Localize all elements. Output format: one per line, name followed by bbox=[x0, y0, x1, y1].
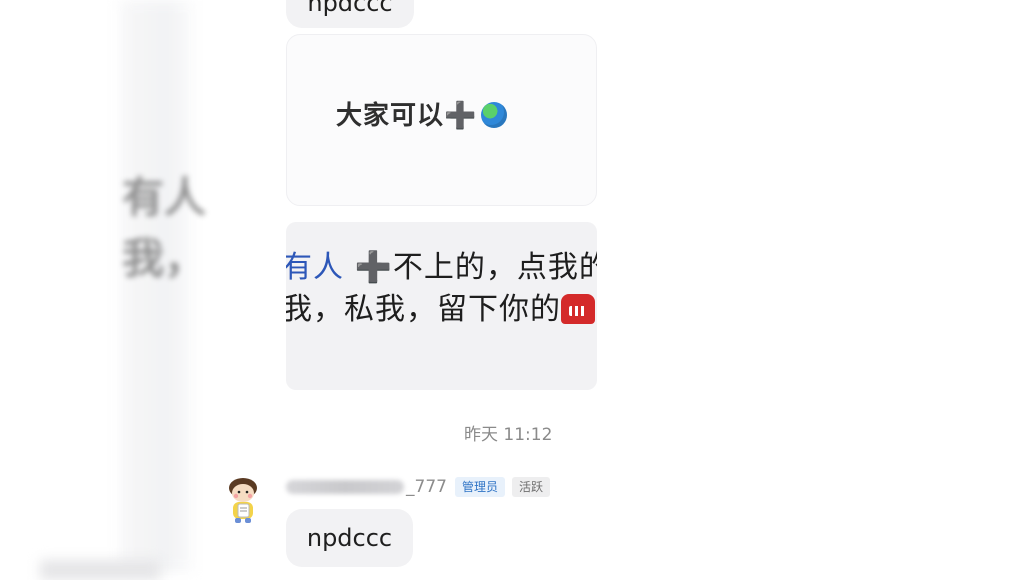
sender-info: _777 管理员 活跃 bbox=[286, 476, 557, 498]
backdrop-line-2: 我， bbox=[122, 233, 207, 283]
blurred-backdrop-text: 有人 我， bbox=[122, 168, 212, 290]
image-message-line: 有人 ➕不上的，点我的 bbox=[286, 250, 597, 285]
active-badge: 活跃 bbox=[511, 477, 550, 497]
message-text: npdccc bbox=[306, 524, 393, 552]
backdrop-line-1: 有人 bbox=[122, 173, 207, 222]
telephone-icon bbox=[561, 294, 595, 324]
admin-badge: 管理员 bbox=[454, 477, 505, 497]
image-message-line: 我，私我，留下你的 bbox=[286, 284, 595, 328]
sender-name: _777 bbox=[406, 477, 447, 497]
message-text: npdccc bbox=[307, 0, 393, 17]
image-message[interactable]: 大家可以➕ bbox=[286, 34, 597, 206]
globe-icon bbox=[481, 102, 508, 128]
blurred-backdrop-edge bbox=[40, 560, 160, 580]
message-timestamp: 昨天 11:12 bbox=[464, 425, 553, 445]
image-message-text: 大家可以➕ bbox=[336, 95, 508, 132]
avatar[interactable] bbox=[222, 476, 264, 524]
chat-message-list[interactable]: npdccc 大家可以➕ 有人 ➕不上的，点我的 我，私我，留下你的 昨天 11… bbox=[200, 0, 620, 572]
image-message[interactable]: 有人 ➕不上的，点我的 我，私我，留下你的 bbox=[286, 222, 597, 390]
message-bubble[interactable]: npdccc bbox=[286, 509, 413, 567]
message-bubble[interactable]: npdccc bbox=[286, 0, 414, 28]
blurred-sender-name bbox=[286, 480, 404, 494]
